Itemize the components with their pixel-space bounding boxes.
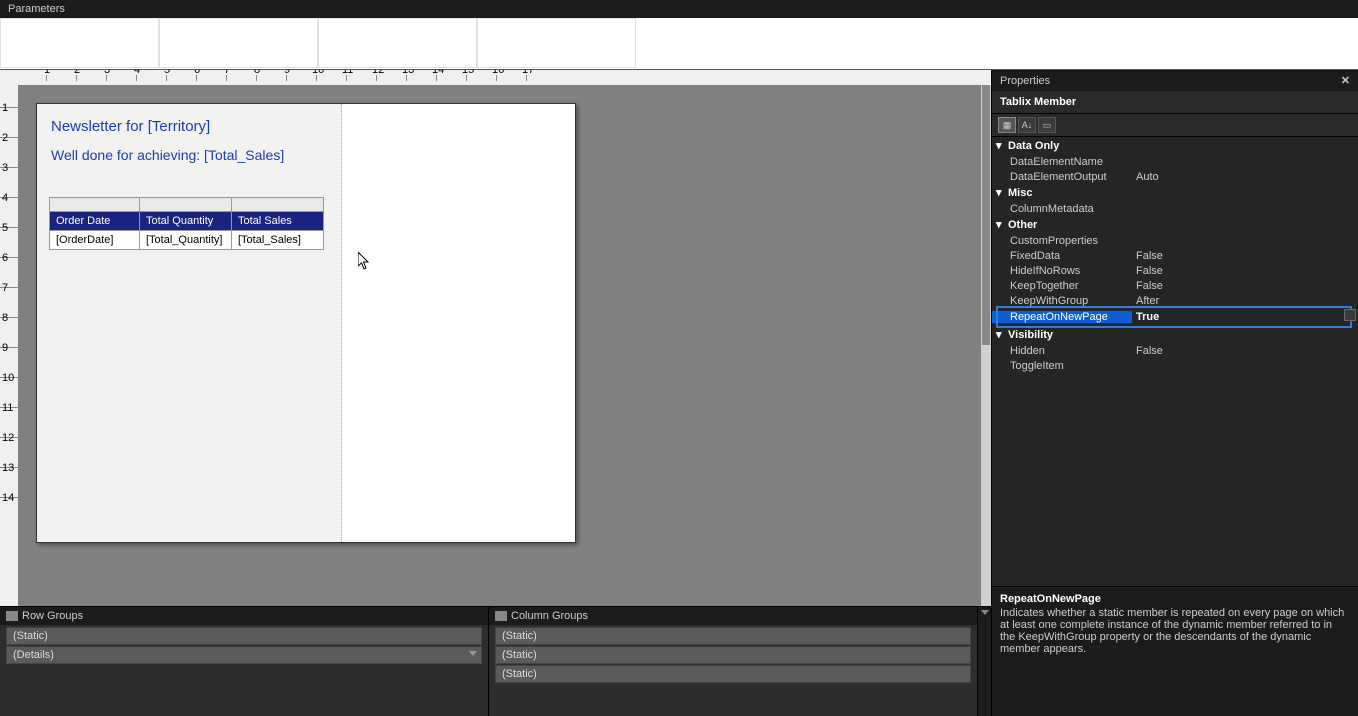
properties-desc-title: RepeatOnNewPage [1000,593,1350,605]
tablix[interactable]: Order Date Total Quantity Total Sales [O… [49,197,324,250]
row-group-item[interactable]: (Details) [6,646,482,664]
param-cell[interactable] [318,18,477,68]
property-row[interactable]: KeepWithGroupAfter [992,293,1358,308]
row-groups-icon [6,611,18,621]
tablix-header[interactable]: Total Quantity [140,212,232,231]
vertical-scrollbar[interactable] [981,85,991,606]
properties-desc-body: Indicates whether a static member is rep… [1000,607,1350,655]
tablix-header[interactable]: Total Sales [232,212,324,231]
design-surface[interactable]: 1 2 3 4 5 6 7 8 9 10 11 12 13 14 15 16 1… [0,70,991,606]
close-icon[interactable]: ✕ [1341,74,1350,87]
property-row[interactable]: DataElementName [992,154,1358,169]
horizontal-ruler: 1 2 3 4 5 6 7 8 9 10 11 12 13 14 15 16 1… [18,70,991,85]
property-pages-button[interactable]: ▭ [1038,117,1056,133]
property-category[interactable]: ▾Data Only [992,137,1358,154]
row-groups-title: Row Groups [22,610,83,622]
chevron-down-icon [981,610,989,615]
vertical-ruler: 1 2 3 4 5 6 7 8 9 10 11 12 13 14 [0,85,18,606]
property-row[interactable]: ColumnMetadata [992,201,1358,216]
property-row[interactable]: HideIfNoRowsFalse [992,263,1358,278]
row-group-item[interactable]: (Static) [6,627,482,645]
tablix-header[interactable]: Order Date [50,212,140,231]
dropdown-icon[interactable] [1344,309,1356,321]
alphabetical-button[interactable]: A↓ [1018,117,1036,133]
tablix-cell[interactable]: [OrderDate] [50,231,140,250]
column-groups-icon [495,611,507,621]
param-cell[interactable] [477,18,636,68]
property-row[interactable]: KeepTogetherFalse [992,278,1358,293]
property-row[interactable]: ToggleItem [992,358,1358,373]
report-title[interactable]: Newsletter for [Territory] [37,104,341,141]
categorized-button[interactable]: ▦ [998,117,1016,133]
column-group-item[interactable]: (Static) [495,646,971,664]
property-category[interactable]: ▾Visibility [992,326,1358,343]
property-row[interactable]: DataElementOutputAuto [992,169,1358,184]
properties-grid[interactable]: ▾Data OnlyDataElementNameDataElementOutp… [992,137,1358,586]
property-category[interactable]: ▾Misc [992,184,1358,201]
property-row[interactable]: RepeatOnNewPageTrue [992,308,1358,326]
properties-description: RepeatOnNewPage Indicates whether a stat… [992,586,1358,716]
property-row[interactable]: HiddenFalse [992,343,1358,358]
groups-menu-button[interactable] [977,607,991,716]
parameters-header: Parameters [0,0,1358,18]
properties-title: Properties [1000,75,1050,87]
param-cell[interactable] [159,18,318,68]
properties-object[interactable]: Tablix Member [992,91,1358,114]
property-category[interactable]: ▾Other [992,216,1358,233]
parameters-area [0,18,1358,70]
column-group-item[interactable]: (Static) [495,627,971,645]
properties-toolbar: ▦ A↓ ▭ [992,114,1358,137]
properties-header: Properties ✕ [992,70,1358,91]
tablix-cell[interactable]: [Total_Sales] [232,231,324,250]
row-groups-header: Row Groups [0,607,488,625]
property-row[interactable]: CustomProperties [992,233,1358,248]
tablix-cell[interactable]: [Total_Quantity] [140,231,232,250]
column-groups-title: Column Groups [511,610,588,622]
column-group-item[interactable]: (Static) [495,665,971,683]
parameters-title: Parameters [8,3,65,15]
property-row[interactable]: FixedDataFalse [992,248,1358,263]
column-groups-header: Column Groups [489,607,977,625]
report-subtitle[interactable]: Well done for achieving: [Total_Sales] [37,141,341,177]
param-cell[interactable] [0,18,159,68]
report-page[interactable]: Newsletter for [Territory] Well done for… [36,103,576,543]
